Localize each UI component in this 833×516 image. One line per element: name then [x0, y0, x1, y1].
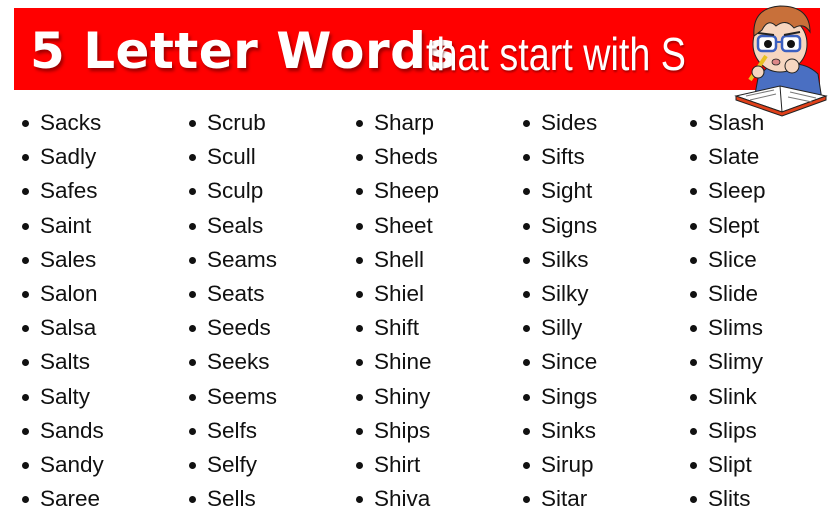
word-item: Shine [356, 345, 516, 379]
word-item: Slips [690, 414, 833, 448]
word-item: Sadly [22, 140, 182, 174]
word-column-1: Sacks Sadly Safes Saint Sales Salon Salsa Salts… [22, 106, 182, 516]
word-item: Scull [189, 140, 349, 174]
word-item: Seeks [189, 345, 349, 379]
word-item: Slate [690, 140, 833, 174]
word-item: Sales [22, 243, 182, 277]
word-item: Slipt [690, 448, 833, 482]
word-item: Saree [22, 482, 182, 516]
word-item: Seams [189, 243, 349, 277]
word-item: Sings [523, 380, 683, 414]
student-mascot-icon [734, 5, 828, 117]
word-item: Since [523, 345, 683, 379]
word-column-2: Scrub Scull Sculp Seals Seams Seats Seeds Seeks… [189, 106, 349, 516]
word-column-5: Slash Slate Sleep Slept Slice Slide Slims Slimy… [690, 106, 833, 516]
word-item: Safes [22, 174, 182, 208]
word-item: Slink [690, 380, 833, 414]
word-item: Signs [523, 209, 683, 243]
word-item: Sheet [356, 209, 516, 243]
word-item: Slice [690, 243, 833, 277]
word-item: Ships [356, 414, 516, 448]
word-item: Sands [22, 414, 182, 448]
word-item: Salon [22, 277, 182, 311]
word-item: Sight [523, 174, 683, 208]
word-item: Shell [356, 243, 516, 277]
word-item: Sirup [523, 448, 683, 482]
word-item: Sitar [523, 482, 683, 516]
word-item: Shiel [356, 277, 516, 311]
word-item: Sacks [22, 106, 182, 140]
word-item: Silks [523, 243, 683, 277]
word-item: Shirt [356, 448, 516, 482]
word-item: Saint [22, 209, 182, 243]
word-item: Seals [189, 209, 349, 243]
word-item: Slash [690, 106, 833, 140]
word-item: Salty [22, 380, 182, 414]
word-item: Sells [189, 482, 349, 516]
word-item: Sheep [356, 174, 516, 208]
word-item: Seats [189, 277, 349, 311]
word-column-3: Sharp Sheds Sheep Sheet Shell Shiel Shift Shine… [356, 106, 516, 516]
word-item: Shiva [356, 482, 516, 516]
word-item: Silly [523, 311, 683, 345]
word-list: Sacks Sadly Safes Saint Sales Salon Salsa Salts… [0, 106, 833, 511]
word-item: Selfs [189, 414, 349, 448]
word-item: Silky [523, 277, 683, 311]
word-item: Sheds [356, 140, 516, 174]
word-item: Salsa [22, 311, 182, 345]
word-item: Sharp [356, 106, 516, 140]
word-column-4: Sides Sifts Sight Signs Silks Silky Silly Since… [523, 106, 683, 516]
word-item: Salts [22, 345, 182, 379]
word-item: Scrub [189, 106, 349, 140]
word-item: Sifts [523, 140, 683, 174]
word-item: Sandy [22, 448, 182, 482]
page-title-main: 5 Letter Words [30, 22, 457, 80]
word-item: Shift [356, 311, 516, 345]
page-title-subtitle: that start with S [426, 28, 686, 80]
word-item: Slept [690, 209, 833, 243]
word-item: Sinks [523, 414, 683, 448]
word-item: Sides [523, 106, 683, 140]
word-item: Seems [189, 380, 349, 414]
word-item: Slits [690, 482, 833, 516]
word-item: Selfy [189, 448, 349, 482]
word-item: Slimy [690, 345, 833, 379]
word-item: Sleep [690, 174, 833, 208]
word-item: Slims [690, 311, 833, 345]
word-item: Seeds [189, 311, 349, 345]
word-item: Sculp [189, 174, 349, 208]
word-item: Slide [690, 277, 833, 311]
word-item: Shiny [356, 380, 516, 414]
